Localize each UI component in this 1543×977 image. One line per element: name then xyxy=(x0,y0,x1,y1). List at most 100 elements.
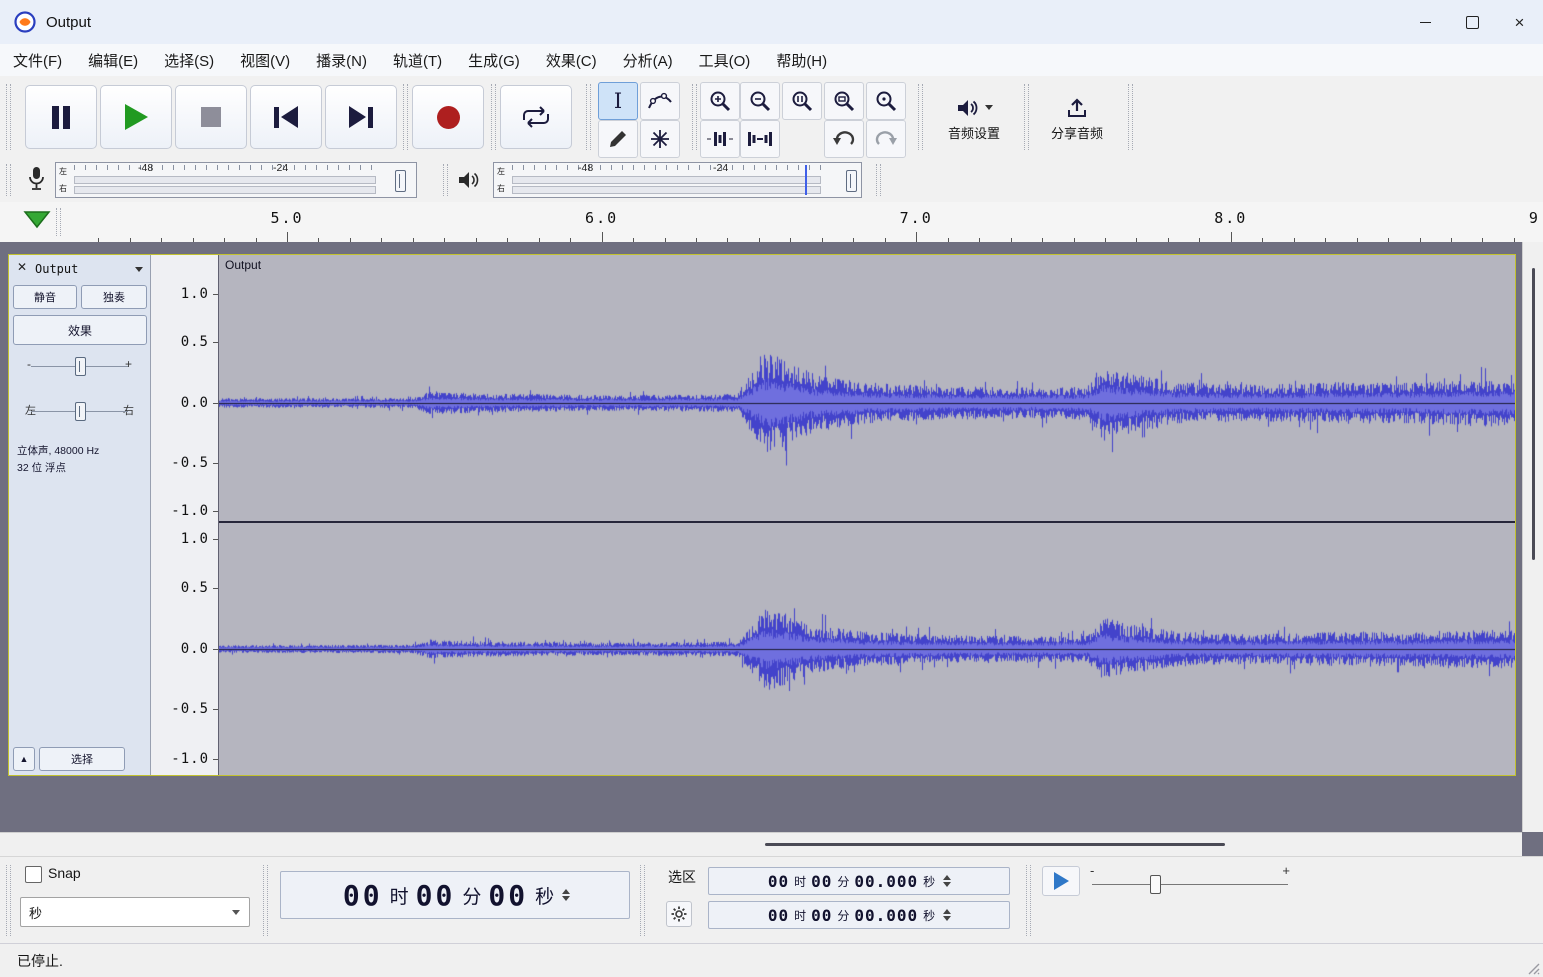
play-meter[interactable]: 左 右 -48 -24 xyxy=(455,162,862,198)
collapse-track-button[interactable]: ▲ xyxy=(13,747,35,771)
vertical-scrollbar[interactable] xyxy=(1522,242,1543,832)
gain-slider[interactable]: - + xyxy=(17,355,142,377)
resize-grip-icon[interactable] xyxy=(1527,962,1540,975)
gain-slider-thumb[interactable] xyxy=(75,357,86,376)
mute-button[interactable]: 静音 xyxy=(13,285,77,309)
horizontal-scrollbar-thumb[interactable] xyxy=(765,843,1225,846)
waveform-channel-right[interactable] xyxy=(219,523,1515,775)
play-volume-slider[interactable] xyxy=(846,170,857,192)
menu-item[interactable]: 分析(A) xyxy=(610,50,686,71)
toolbar-grip[interactable] xyxy=(918,84,923,150)
selection-start-time[interactable]: 00 时 00 分 00.000 秒 xyxy=(708,867,1010,895)
toolbar-grip[interactable] xyxy=(876,164,881,196)
envelope-tool-button[interactable] xyxy=(640,82,680,120)
record-button[interactable] xyxy=(412,85,484,149)
sel-start-hours[interactable]: 00 xyxy=(768,872,789,891)
record-volume-slider[interactable] xyxy=(395,170,406,192)
menu-item[interactable]: 工具(O) xyxy=(686,50,764,71)
selection-end-time[interactable]: 00 时 00 分 00.000 秒 xyxy=(708,901,1010,929)
fit-selection-button[interactable] xyxy=(782,82,822,120)
speed-slider-thumb[interactable] xyxy=(1150,875,1161,894)
toolbar-grip[interactable] xyxy=(640,865,645,936)
zoom-toggle-button[interactable] xyxy=(866,82,906,120)
horizontal-scrollbar[interactable] xyxy=(0,832,1522,857)
draw-tool-button[interactable] xyxy=(598,120,638,158)
minimize-button[interactable] xyxy=(1402,0,1449,44)
sel-start-spinner[interactable] xyxy=(943,875,951,887)
redo-button[interactable] xyxy=(866,120,906,158)
toolbar-grip[interactable] xyxy=(6,84,11,150)
close-button[interactable]: × xyxy=(1496,0,1543,44)
undo-button[interactable] xyxy=(824,120,864,158)
track-close-button[interactable]: ✕ xyxy=(14,260,30,276)
effects-button[interactable]: 效果 xyxy=(13,315,147,345)
vertical-scale-ruler[interactable]: 1.00.50.0-0.5-1.01.00.50.0-0.5-1.0 xyxy=(151,255,219,775)
toolbar-grip[interactable] xyxy=(491,84,496,150)
skip-to-end-button[interactable] xyxy=(325,85,397,149)
toolbar-grip[interactable] xyxy=(692,84,697,150)
track-canvas-area[interactable]: ✕ Output 静音 独奏 效果 - + 左 右 xyxy=(0,242,1543,856)
timeline-ruler[interactable]: 5.06.07.08.09.0 xyxy=(0,202,1543,243)
track-select-button[interactable]: 选择 xyxy=(39,747,125,771)
waveform-channel-left[interactable] xyxy=(219,255,1515,521)
play-button[interactable] xyxy=(100,85,172,149)
fit-project-button[interactable] xyxy=(824,82,864,120)
audio-setup-button[interactable]: 音频设置 xyxy=(930,82,1018,156)
zoom-out-button[interactable] xyxy=(740,82,780,120)
maximize-button[interactable] xyxy=(1449,0,1496,44)
pinned-playhead-button[interactable] xyxy=(23,211,51,229)
zoom-in-button[interactable] xyxy=(700,82,740,120)
selection-settings-button[interactable] xyxy=(666,901,692,927)
sel-start-minutes[interactable]: 00 xyxy=(811,872,832,891)
audio-position-time[interactable]: 00 时 00 分 00 秒 xyxy=(280,871,630,919)
menu-item[interactable]: 编辑(E) xyxy=(75,50,151,71)
selection-tool-button[interactable]: I xyxy=(598,82,638,120)
multi-tool-button[interactable] xyxy=(640,120,680,158)
sel-end-seconds[interactable]: 00.000 xyxy=(854,906,918,925)
solo-button[interactable]: 独奏 xyxy=(81,285,147,309)
toolbar-grip[interactable] xyxy=(6,164,11,196)
menu-item[interactable]: 效果(C) xyxy=(533,50,610,71)
toolbar-grip[interactable] xyxy=(1024,84,1029,150)
pause-button[interactable] xyxy=(25,85,97,149)
time-seconds[interactable]: 00 xyxy=(488,879,528,912)
time-hours[interactable]: 00 xyxy=(343,879,383,912)
record-meter-box[interactable]: 左 右 -48 -24 xyxy=(55,162,417,198)
trim-audio-button[interactable] xyxy=(700,120,740,158)
toolbar-grip[interactable] xyxy=(263,865,268,936)
silence-audio-button[interactable] xyxy=(740,120,780,158)
stop-button[interactable] xyxy=(175,85,247,149)
record-meter[interactable]: 左 右 -48 -24 xyxy=(25,162,425,198)
menu-item[interactable]: 视图(V) xyxy=(227,50,303,71)
time-spinner[interactable] xyxy=(562,889,570,901)
loop-button[interactable] xyxy=(500,85,572,149)
menu-item[interactable]: 播录(N) xyxy=(303,50,380,71)
snap-unit-combobox[interactable]: 秒 xyxy=(20,897,250,927)
toolbar-grip[interactable] xyxy=(586,84,591,150)
toolbar-grip[interactable] xyxy=(1128,84,1133,150)
menu-item[interactable]: 轨道(T) xyxy=(380,50,455,71)
playback-speed-slider[interactable]: - + xyxy=(1088,863,1292,897)
track-name-dropdown[interactable]: Output xyxy=(35,260,143,278)
sel-end-hours[interactable]: 00 xyxy=(768,906,789,925)
menu-item[interactable]: 生成(G) xyxy=(455,50,533,71)
play-meter-box[interactable]: 左 右 -48 -24 xyxy=(493,162,862,198)
time-minutes[interactable]: 00 xyxy=(416,879,456,912)
pan-slider-thumb[interactable] xyxy=(75,402,86,421)
menu-item[interactable]: 帮助(H) xyxy=(763,50,840,71)
pan-slider[interactable]: 左 右 xyxy=(17,400,142,422)
toolbar-grip[interactable] xyxy=(1026,865,1031,936)
play-at-speed-button[interactable] xyxy=(1042,866,1080,896)
audio-track[interactable]: ✕ Output 静音 独奏 效果 - + 左 右 xyxy=(8,254,1516,776)
vertical-scrollbar-thumb[interactable] xyxy=(1532,268,1535,560)
toolbar-grip[interactable] xyxy=(403,84,408,150)
sel-end-spinner[interactable] xyxy=(943,909,951,921)
sel-end-minutes[interactable]: 00 xyxy=(811,906,832,925)
toolbar-grip[interactable] xyxy=(443,164,448,196)
time-ruler-scale[interactable]: 5.06.07.08.09.0 xyxy=(60,202,1543,242)
share-audio-button[interactable]: 分享音频 xyxy=(1032,82,1122,156)
menu-item[interactable]: 文件(F) xyxy=(0,50,75,71)
waveform-view[interactable]: Output xyxy=(219,255,1515,775)
sel-start-seconds[interactable]: 00.000 xyxy=(854,872,918,891)
snap-checkbox[interactable] xyxy=(25,866,42,883)
